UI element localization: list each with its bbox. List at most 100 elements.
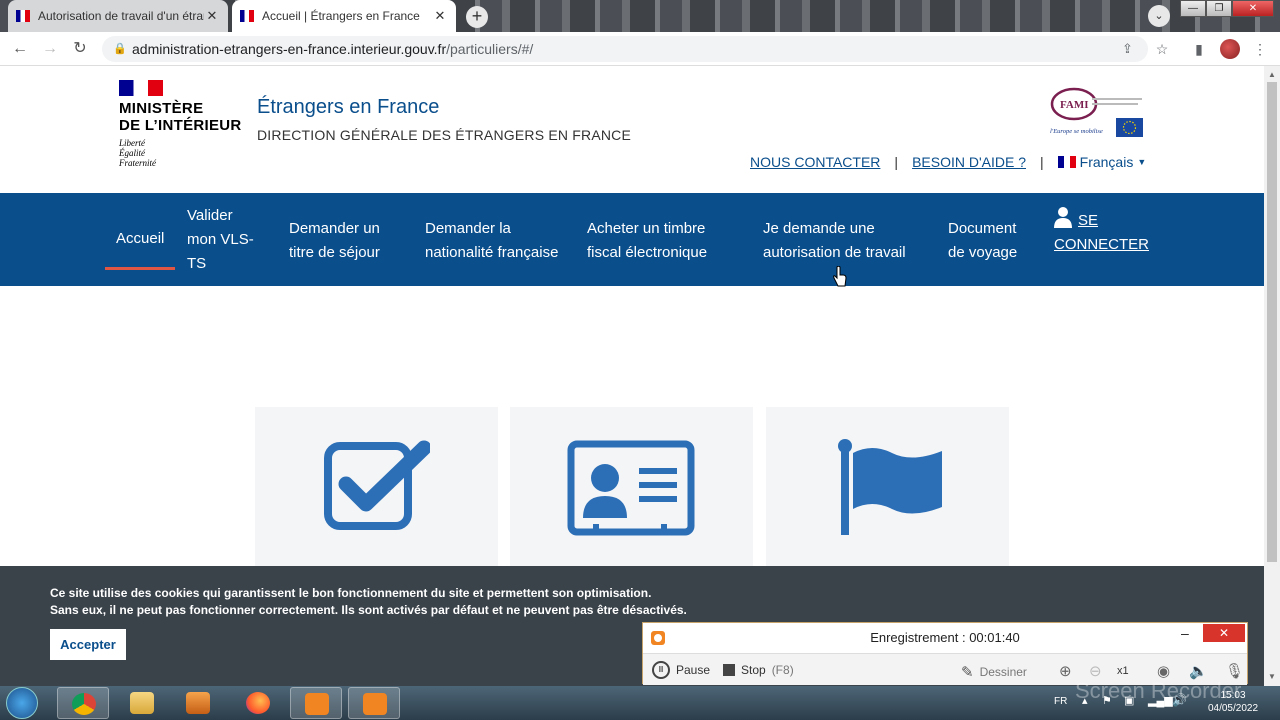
folder-icon: [130, 692, 154, 714]
site-title[interactable]: Étrangers en France: [257, 96, 439, 119]
nav-accueil[interactable]: Accueil: [104, 227, 176, 270]
nav-timbre-fiscal[interactable]: Acheter un timbre fiscal électronique: [587, 217, 707, 265]
chrome-icon: [72, 693, 96, 715]
cookie-text-line1: Ce site utilise des cookies qui garantis…: [50, 586, 652, 600]
minimize-window-icon[interactable]: —: [1180, 0, 1206, 17]
address-bar[interactable]: 🔒 administration-etrangers-en-france.int…: [102, 36, 1148, 62]
scrollbar-thumb[interactable]: [1267, 82, 1277, 562]
nav-label-line1: Valider: [187, 207, 233, 224]
close-tab-icon[interactable]: ✕: [204, 8, 220, 24]
share-icon[interactable]: ⇪: [1122, 36, 1133, 62]
profile-avatar[interactable]: [1220, 39, 1240, 59]
draw-label: Dessiner: [979, 665, 1027, 679]
close-window-icon[interactable]: ✕: [1232, 0, 1274, 17]
browser-tab-autorisation[interactable]: Autorisation de travail d'un étran ✕: [8, 0, 228, 32]
french-flag-favicon-icon: [240, 10, 254, 22]
back-arrow-icon[interactable]: ←: [10, 39, 30, 59]
fami-eu-logo: FAMI l'Europe se mobilise: [1050, 87, 1143, 137]
language-label: Français: [1079, 154, 1134, 170]
nav-nationalite[interactable]: Demander la nationalité française: [425, 217, 558, 265]
nav-label-line3: TS: [187, 255, 207, 272]
media-player-icon: [186, 692, 210, 714]
checkbox-icon: [324, 440, 430, 530]
ministry-name-line1: MINISTÈRE: [119, 100, 204, 117]
fami-logo-text: FAMI: [1060, 99, 1089, 111]
recorder-icon: [363, 693, 387, 715]
firefox-icon: [246, 692, 270, 714]
taskbar-file-explorer[interactable]: [116, 687, 168, 719]
link-separator: |: [894, 154, 899, 170]
recorder-minimize-icon[interactable]: –: [1181, 625, 1189, 641]
nav-label-line2: de voyage: [948, 244, 1018, 261]
nav-label-line2: nationalité française: [425, 244, 559, 261]
url-host: administration-etrangers-en-france.inter…: [132, 41, 447, 57]
hand-cursor-icon: [833, 266, 847, 287]
ministry-logo[interactable]: MINISTÈRE DE L’INTÉRIEUR Liberté Égalité…: [119, 80, 242, 168]
taskbar-screen-recorder-active[interactable]: [348, 687, 400, 719]
tab-title: Accueil | Étrangers en France: [262, 9, 420, 23]
camera-icon: [305, 693, 329, 715]
contact-link[interactable]: NOUS CONTACTER: [750, 154, 880, 170]
nav-label-line1: Document: [948, 220, 1017, 237]
marianne-flag-icon: [119, 80, 163, 96]
login-link[interactable]: SE CONNECTER: [1054, 206, 1149, 257]
close-tab-icon[interactable]: ✕: [432, 8, 448, 24]
pause-button[interactable]: II Pause: [652, 661, 710, 679]
accept-cookies-button[interactable]: Accepter: [50, 629, 126, 660]
menu-kebab-icon[interactable]: ⋮: [1250, 39, 1270, 59]
input-language[interactable]: FR: [1054, 696, 1067, 707]
link-separator: |: [1040, 154, 1044, 170]
ministry-name-line2: DE L’INTÉRIEUR: [119, 117, 242, 134]
browser-tab-accueil[interactable]: Accueil | Étrangers en France ✕: [232, 0, 456, 32]
nav-label-line2: autorisation de travail: [763, 244, 906, 261]
bookmark-star-icon[interactable]: ☆: [1152, 39, 1172, 59]
windows-start-button[interactable]: [6, 687, 38, 719]
nav-label-line2: fiscal électronique: [587, 244, 708, 261]
nav-valider-vls-ts[interactable]: Valider mon VLS- TS: [187, 204, 254, 276]
nav-autorisation-travail[interactable]: Je demande une autorisation de travail: [763, 217, 906, 265]
nav-label-line1: Acheter un timbre: [587, 220, 706, 237]
forward-arrow-icon[interactable]: →: [40, 39, 60, 59]
nav-label-line1: Demander la: [425, 220, 511, 237]
zoom-in-icon[interactable]: ⊕: [1059, 662, 1072, 680]
url-path: /particuliers/#/: [446, 41, 534, 57]
french-flag-icon: [1057, 156, 1076, 168]
nav-label-line1: Je demande une: [763, 220, 875, 237]
motto-egalite: Égalité: [119, 148, 145, 158]
recorder-close-icon[interactable]: ✕: [1203, 624, 1245, 642]
taskbar-media-player[interactable]: [172, 687, 224, 719]
help-link[interactable]: BESOIN D'AIDE ?: [912, 154, 1026, 170]
maximize-window-icon[interactable]: ❐: [1206, 0, 1232, 17]
flag-icon: [838, 439, 942, 535]
draw-button[interactable]: ✎ Dessiner: [961, 663, 1027, 681]
reload-icon[interactable]: ↻: [70, 39, 90, 59]
tab-search-chevron-icon[interactable]: ⌄: [1148, 5, 1170, 27]
user-icon: [1054, 207, 1072, 228]
language-selector[interactable]: Français ▼: [1057, 154, 1146, 170]
new-tab-button[interactable]: +: [466, 6, 488, 28]
nav-titre-de-sejour[interactable]: Demander un titre de séjour: [289, 217, 380, 265]
pause-icon: II: [652, 661, 670, 679]
recorder-titlebar[interactable]: Enregistrement : 00:01:40 – ✕: [643, 623, 1247, 653]
nav-label-line2: mon VLS-: [187, 231, 254, 248]
stop-icon: [723, 664, 735, 676]
zoom-level: x1: [1117, 665, 1129, 677]
scroll-down-arrow-icon[interactable]: ▼: [1268, 672, 1276, 681]
stop-button[interactable]: Stop (F8): [723, 663, 794, 677]
main-navigation: Accueil Valider mon VLS- TS Demander un …: [0, 193, 1264, 287]
side-panel-icon[interactable]: ▮: [1189, 39, 1209, 59]
cookie-text-line2: Sans eux, il ne peut pas fonctionner cor…: [50, 603, 687, 617]
nav-document-voyage[interactable]: Document de voyage: [948, 217, 1017, 265]
taskbar-screen-recorder[interactable]: [290, 687, 342, 719]
tab-title: Autorisation de travail d'un étran: [38, 9, 204, 23]
id-card-icon: [567, 440, 695, 536]
taskbar-firefox[interactable]: [232, 687, 284, 719]
lock-icon: 🔒: [113, 43, 127, 55]
window-controls: — ❐ ✕: [1180, 0, 1274, 17]
nav-label-line1: Demander un: [289, 220, 380, 237]
scroll-up-arrow-icon[interactable]: ▲: [1268, 70, 1276, 79]
motto-fraternite: Fraternité: [119, 158, 156, 168]
page-scrollbar[interactable]: ▲ ▼: [1264, 66, 1280, 686]
nav-label: Accueil: [116, 230, 165, 247]
taskbar-chrome[interactable]: [57, 687, 109, 719]
